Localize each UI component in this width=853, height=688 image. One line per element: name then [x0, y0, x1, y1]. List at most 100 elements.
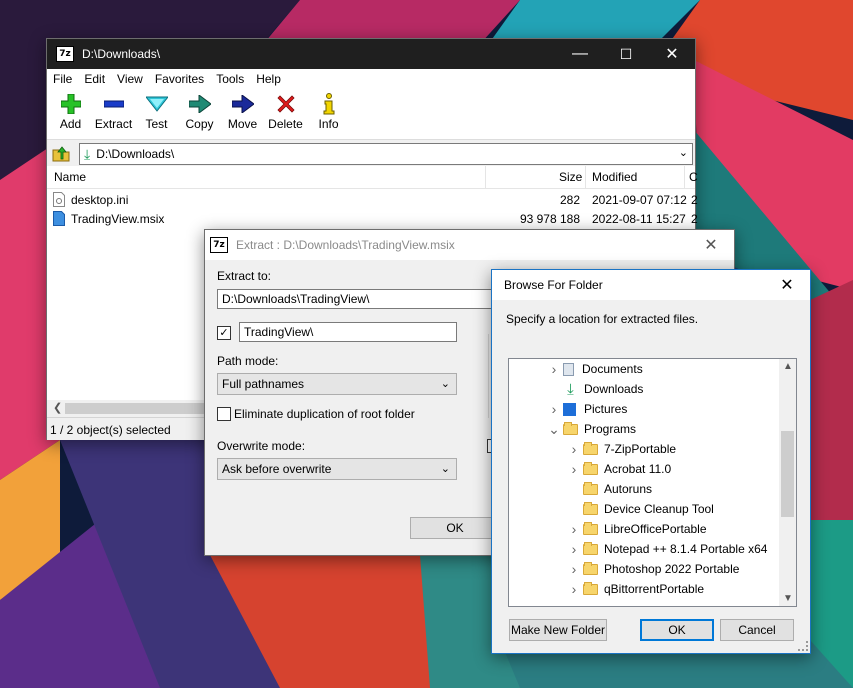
test-button[interactable]: Test — [135, 89, 178, 131]
col-size[interactable]: Size — [559, 170, 582, 184]
table-row[interactable]: TradingView.msix 93 978 188 2022-08-11 1… — [47, 210, 698, 229]
tree-item[interactable]: Autoruns — [565, 479, 652, 499]
extract-label: Extract — [94, 117, 133, 131]
subfolder-name-field[interactable]: TradingView\ — [239, 322, 457, 342]
folder-icon — [583, 521, 598, 535]
resize-grip-icon[interactable] — [798, 641, 808, 651]
path-mode-select[interactable]: Full pathnames ⌄ — [217, 373, 457, 395]
collapsed-chevron-icon[interactable]: › — [545, 361, 563, 377]
menu-favorites[interactable]: Favorites — [149, 72, 210, 86]
make-new-folder-button[interactable]: Make New Folder — [509, 619, 607, 641]
tree-vertical-scrollbar[interactable]: ▲ ▼ — [779, 359, 796, 606]
tree-item[interactable]: › Photoshop 2022 Portable — [565, 559, 740, 579]
col-modified[interactable]: Modified — [592, 170, 637, 184]
eliminate-duplication-checkbox[interactable] — [217, 407, 231, 421]
tree-item[interactable]: › qBittorrentPortable — [565, 579, 704, 599]
extract-close-button[interactable]: ✕ — [688, 230, 734, 260]
tree-item[interactable]: ⌄ Programs — [545, 419, 636, 439]
documents-icon — [563, 362, 574, 376]
browse-cancel-button[interactable]: Cancel — [720, 619, 794, 641]
copy-button[interactable]: Copy — [178, 89, 221, 131]
info-button[interactable]: Info — [307, 89, 350, 131]
address-dropdown-chevron-icon[interactable]: ⌄ — [679, 146, 688, 159]
overwrite-mode-select[interactable]: Ask before overwrite ⌄ — [217, 458, 457, 480]
extract-ok-button[interactable]: OK — [410, 517, 500, 539]
tree-item[interactable]: › 7-ZipPortable — [565, 439, 676, 459]
tree-item[interactable]: › LibreOfficePortable — [565, 519, 707, 539]
ini-file-icon — [53, 192, 65, 210]
overwrite-mode-value: Ask before overwrite — [222, 462, 332, 476]
path-mode-label: Path mode: — [217, 354, 279, 368]
extract-button[interactable]: Extract — [92, 89, 135, 131]
subfolder-checkbox[interactable]: ✓ — [217, 326, 231, 340]
menu-file[interactable]: File — [47, 72, 78, 86]
toolbar: Add Extract Test Copy Move Delete Info — [47, 89, 695, 139]
folder-icon — [583, 441, 598, 455]
tree-item[interactable]: Device Cleanup Tool — [565, 499, 714, 519]
browse-titlebar[interactable]: Browse For Folder ✕ — [492, 270, 810, 300]
collapsed-chevron-icon[interactable]: › — [565, 561, 583, 577]
main-window-title: D:\Downloads\ — [82, 47, 161, 61]
move-label: Move — [227, 117, 258, 131]
address-text: D:\Downloads\ — [96, 147, 175, 161]
scroll-up-icon[interactable]: ▲ — [783, 361, 793, 372]
maximize-button[interactable]: ☐ — [603, 39, 649, 69]
extract-dialog-title: Extract : D:\Downloads\TradingView.msix — [236, 238, 455, 252]
extract-titlebar[interactable]: 7z Extract : D:\Downloads\TradingView.ms… — [205, 230, 734, 260]
tree-item[interactable]: › Acrobat 11.0 — [565, 459, 672, 479]
collapsed-chevron-icon[interactable]: › — [545, 401, 563, 417]
column-header: Name Size Modified C — [47, 166, 698, 189]
up-folder-icon[interactable] — [52, 144, 70, 162]
menu-help[interactable]: Help — [250, 72, 287, 86]
file-extra: 2 — [691, 193, 698, 207]
tree-item[interactable]: › Notepad ++ 8.1.4 Portable x64 — [565, 539, 768, 559]
browse-folder-dialog: Browse For Folder ✕ Specify a location f… — [491, 269, 811, 654]
move-button[interactable]: Move — [221, 89, 264, 131]
plus-icon — [60, 93, 81, 115]
table-row[interactable]: desktop.ini 282 2021-09-07 07:12 2 — [47, 191, 698, 210]
col-name[interactable]: Name — [54, 170, 86, 184]
menu-tools[interactable]: Tools — [210, 72, 250, 86]
delete-button[interactable]: Delete — [264, 89, 307, 131]
tree-item-label: LibreOfficePortable — [604, 522, 707, 536]
file-extra: 2 — [691, 212, 698, 226]
col-divider — [485, 166, 486, 188]
browse-ok-button[interactable]: OK — [640, 619, 714, 641]
collapsed-chevron-icon[interactable]: › — [565, 521, 583, 537]
subfolder-name-value: TradingView\ — [244, 325, 314, 339]
extract-to-value: D:\Downloads\TradingView\ — [222, 292, 370, 306]
collapsed-chevron-icon[interactable]: › — [565, 541, 583, 557]
folder-icon — [583, 561, 598, 575]
add-label: Add — [59, 117, 82, 131]
tree-item-label: Documents — [582, 362, 643, 376]
close-button[interactable]: ✕ — [649, 39, 695, 69]
tree-scroll-thumb[interactable] — [781, 431, 794, 517]
status-text: 1 / 2 object(s) selected — [50, 423, 171, 437]
browse-close-button[interactable]: ✕ — [764, 270, 810, 300]
minimize-button[interactable]: — — [557, 39, 603, 69]
tree-item-label: Notepad ++ 8.1.4 Portable x64 — [604, 542, 768, 556]
col-extra[interactable]: C — [689, 170, 698, 184]
col-divider — [684, 166, 685, 188]
extract-to-label: Extract to: — [217, 269, 272, 283]
menu-edit[interactable]: Edit — [78, 72, 111, 86]
expanded-chevron-icon[interactable]: ⌄ — [545, 421, 563, 438]
scroll-left-icon[interactable]: ❮ — [53, 401, 62, 414]
scroll-thumb[interactable] — [65, 403, 205, 414]
menu-view[interactable]: View — [111, 72, 149, 86]
tree-item-label: Downloads — [584, 382, 644, 396]
tree-item[interactable]: ⤓ Downloads — [545, 379, 643, 399]
main-titlebar[interactable]: 7z D:\Downloads\ — ☐ ✕ — [47, 39, 695, 69]
add-button[interactable]: Add — [49, 89, 92, 131]
tree-item[interactable]: › Documents — [545, 359, 643, 379]
folder-icon — [583, 581, 598, 595]
folder-icon — [583, 461, 598, 475]
collapsed-chevron-icon[interactable]: › — [565, 461, 583, 477]
collapsed-chevron-icon[interactable]: › — [565, 581, 583, 597]
address-input[interactable]: ⤓ D:\Downloads\ ⌄ — [79, 143, 693, 165]
collapsed-chevron-icon[interactable]: › — [565, 441, 583, 457]
tree-item[interactable]: › Pictures — [545, 399, 628, 419]
scroll-down-icon[interactable]: ▼ — [783, 593, 793, 604]
tree-item-label: qBittorrentPortable — [604, 582, 705, 596]
extract-to-field[interactable]: D:\Downloads\TradingView\ — [217, 289, 497, 309]
